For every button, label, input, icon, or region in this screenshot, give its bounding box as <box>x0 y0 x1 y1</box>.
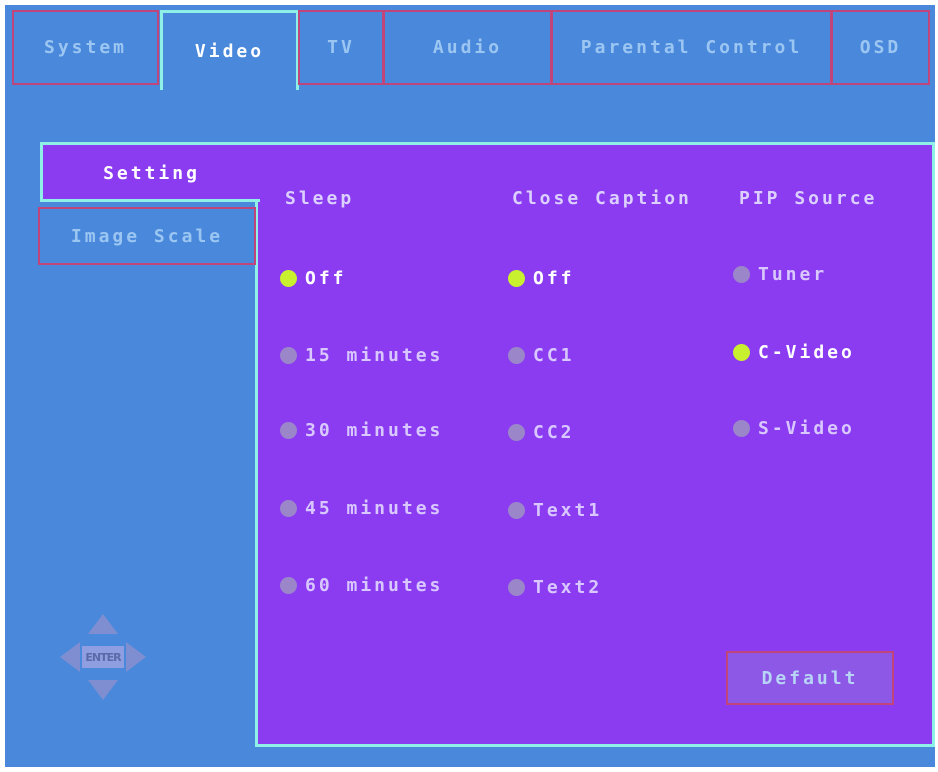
tab-system[interactable]: System <box>12 10 159 85</box>
default-button[interactable]: Default <box>726 651 894 705</box>
sleep-option-15[interactable]: 15 minutes <box>280 345 443 366</box>
radio-dot-icon <box>733 344 750 361</box>
radio-dot-icon <box>733 420 750 437</box>
option-label: Text1 <box>533 500 603 521</box>
radio-dot-icon <box>733 266 750 283</box>
radio-dot-icon <box>508 579 525 596</box>
option-label: 60 minutes <box>305 575 444 596</box>
cc-option-cc2[interactable]: CC2 <box>508 422 575 443</box>
cc-option-cc1[interactable]: CC1 <box>508 345 575 366</box>
radio-dot-icon <box>280 270 297 287</box>
cc-option-off[interactable]: Off <box>508 268 575 289</box>
tab-tv[interactable]: TV <box>298 10 384 85</box>
pip-option-c-video[interactable]: C-Video <box>733 342 855 363</box>
subtab-image-scale[interactable]: Image Scale <box>38 207 256 265</box>
option-label: Off <box>533 268 575 289</box>
radio-dot-icon <box>280 422 297 439</box>
option-label: 30 minutes <box>305 420 444 441</box>
option-label: Off <box>305 268 347 289</box>
radio-dot-icon <box>508 424 525 441</box>
tab-video[interactable]: Video <box>160 10 299 90</box>
enter-navigation-pad: ENTER <box>58 612 148 702</box>
option-label: Text2 <box>533 577 603 598</box>
cc-option-text1[interactable]: Text1 <box>508 500 602 521</box>
tab-parental-control[interactable]: Parental Control <box>551 10 832 85</box>
enter-label: ENTER <box>85 650 121 664</box>
cc-option-text2[interactable]: Text2 <box>508 577 602 598</box>
tab-audio[interactable]: Audio <box>383 10 552 85</box>
radio-dot-icon <box>280 347 297 364</box>
option-label: 15 minutes <box>305 345 444 366</box>
radio-dot-icon <box>508 347 525 364</box>
radio-dot-icon <box>280 577 297 594</box>
sleep-option-60[interactable]: 60 minutes <box>280 575 443 596</box>
radio-dot-icon <box>280 500 297 517</box>
option-label: Tuner <box>758 264 828 285</box>
option-label: 45 minutes <box>305 498 444 519</box>
pip-source-header: PIP Source <box>739 188 878 209</box>
option-label: S-Video <box>758 418 855 439</box>
radio-dot-icon <box>508 502 525 519</box>
option-label: CC1 <box>533 345 575 366</box>
pip-option-s-video[interactable]: S-Video <box>733 418 855 439</box>
tab-osd[interactable]: OSD <box>831 10 930 85</box>
sleep-option-30[interactable]: 30 minutes <box>280 420 443 441</box>
close-caption-header: Close Caption <box>512 188 692 209</box>
pip-option-tuner[interactable]: Tuner <box>733 264 827 285</box>
radio-dot-icon <box>508 270 525 287</box>
sleep-header: Sleep <box>285 188 355 209</box>
sleep-option-off[interactable]: Off <box>280 268 347 289</box>
option-label: C-Video <box>758 342 855 363</box>
sleep-option-45[interactable]: 45 minutes <box>280 498 443 519</box>
subtab-setting[interactable]: Setting <box>40 142 260 202</box>
option-label: CC2 <box>533 422 575 443</box>
